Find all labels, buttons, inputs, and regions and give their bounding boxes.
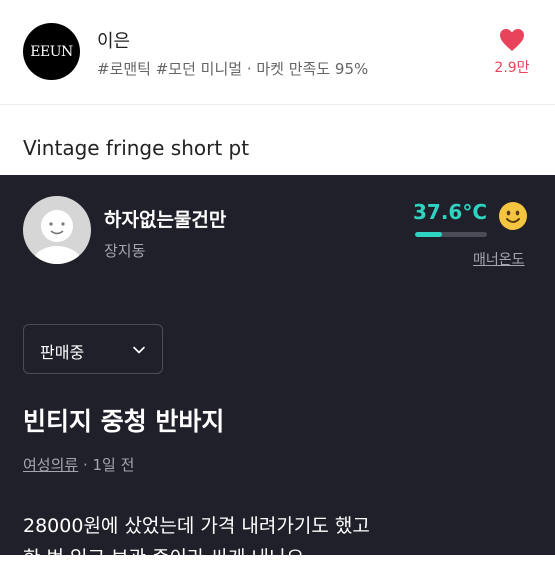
- seller-avatar[interactable]: [23, 196, 91, 264]
- status-dropdown-label: 판매중: [40, 343, 85, 362]
- default-avatar-icon: [33, 210, 81, 264]
- temperature-bar: [415, 232, 487, 237]
- shop-logo[interactable]: EEUN: [23, 23, 80, 80]
- category-link[interactable]: 여성의류: [23, 456, 78, 474]
- shop-name[interactable]: 이은: [97, 27, 130, 53]
- status-dropdown[interactable]: 판매중: [23, 324, 163, 374]
- listing-description: 28000원에 샀었는데 가격 내려가기도 했고 한 번 입고 보관 중이라 싸…: [23, 510, 533, 574]
- smiley-face-icon: [499, 202, 527, 230]
- like-count: 2.9만: [494, 60, 530, 76]
- description-line: 28000원에 샀었는데 가격 내려가기도 했고: [23, 515, 370, 537]
- shop-header: [0, 0, 555, 104]
- manner-temperature: 37.6°C: [413, 200, 488, 224]
- temperature-bar-fill: [415, 232, 443, 237]
- seller-name[interactable]: 하자없는물건만: [104, 205, 226, 232]
- seller-location: 장지동: [104, 242, 146, 260]
- listing-title: 빈티지 중청 반바지: [23, 407, 225, 436]
- divider: [0, 104, 555, 105]
- heart-icon[interactable]: [499, 28, 525, 52]
- manner-temperature-link[interactable]: 매너온도: [473, 249, 525, 269]
- chevron-down-icon: [133, 346, 145, 354]
- shop-logo-text: EEUN: [30, 43, 73, 60]
- posted-time: 1일 전: [92, 456, 135, 474]
- meta-separator: ·: [78, 456, 93, 474]
- listing-meta: 여성의류 · 1일 전: [23, 454, 134, 475]
- product-title-en: Vintage fringe short pt: [23, 136, 250, 160]
- shop-tags: #로맨틱 #모던 미니멀 · 마켓 만족도 95%: [97, 60, 369, 78]
- description-line: 한 번 입고 보관 중이라 싸게 내놔요: [23, 547, 304, 569]
